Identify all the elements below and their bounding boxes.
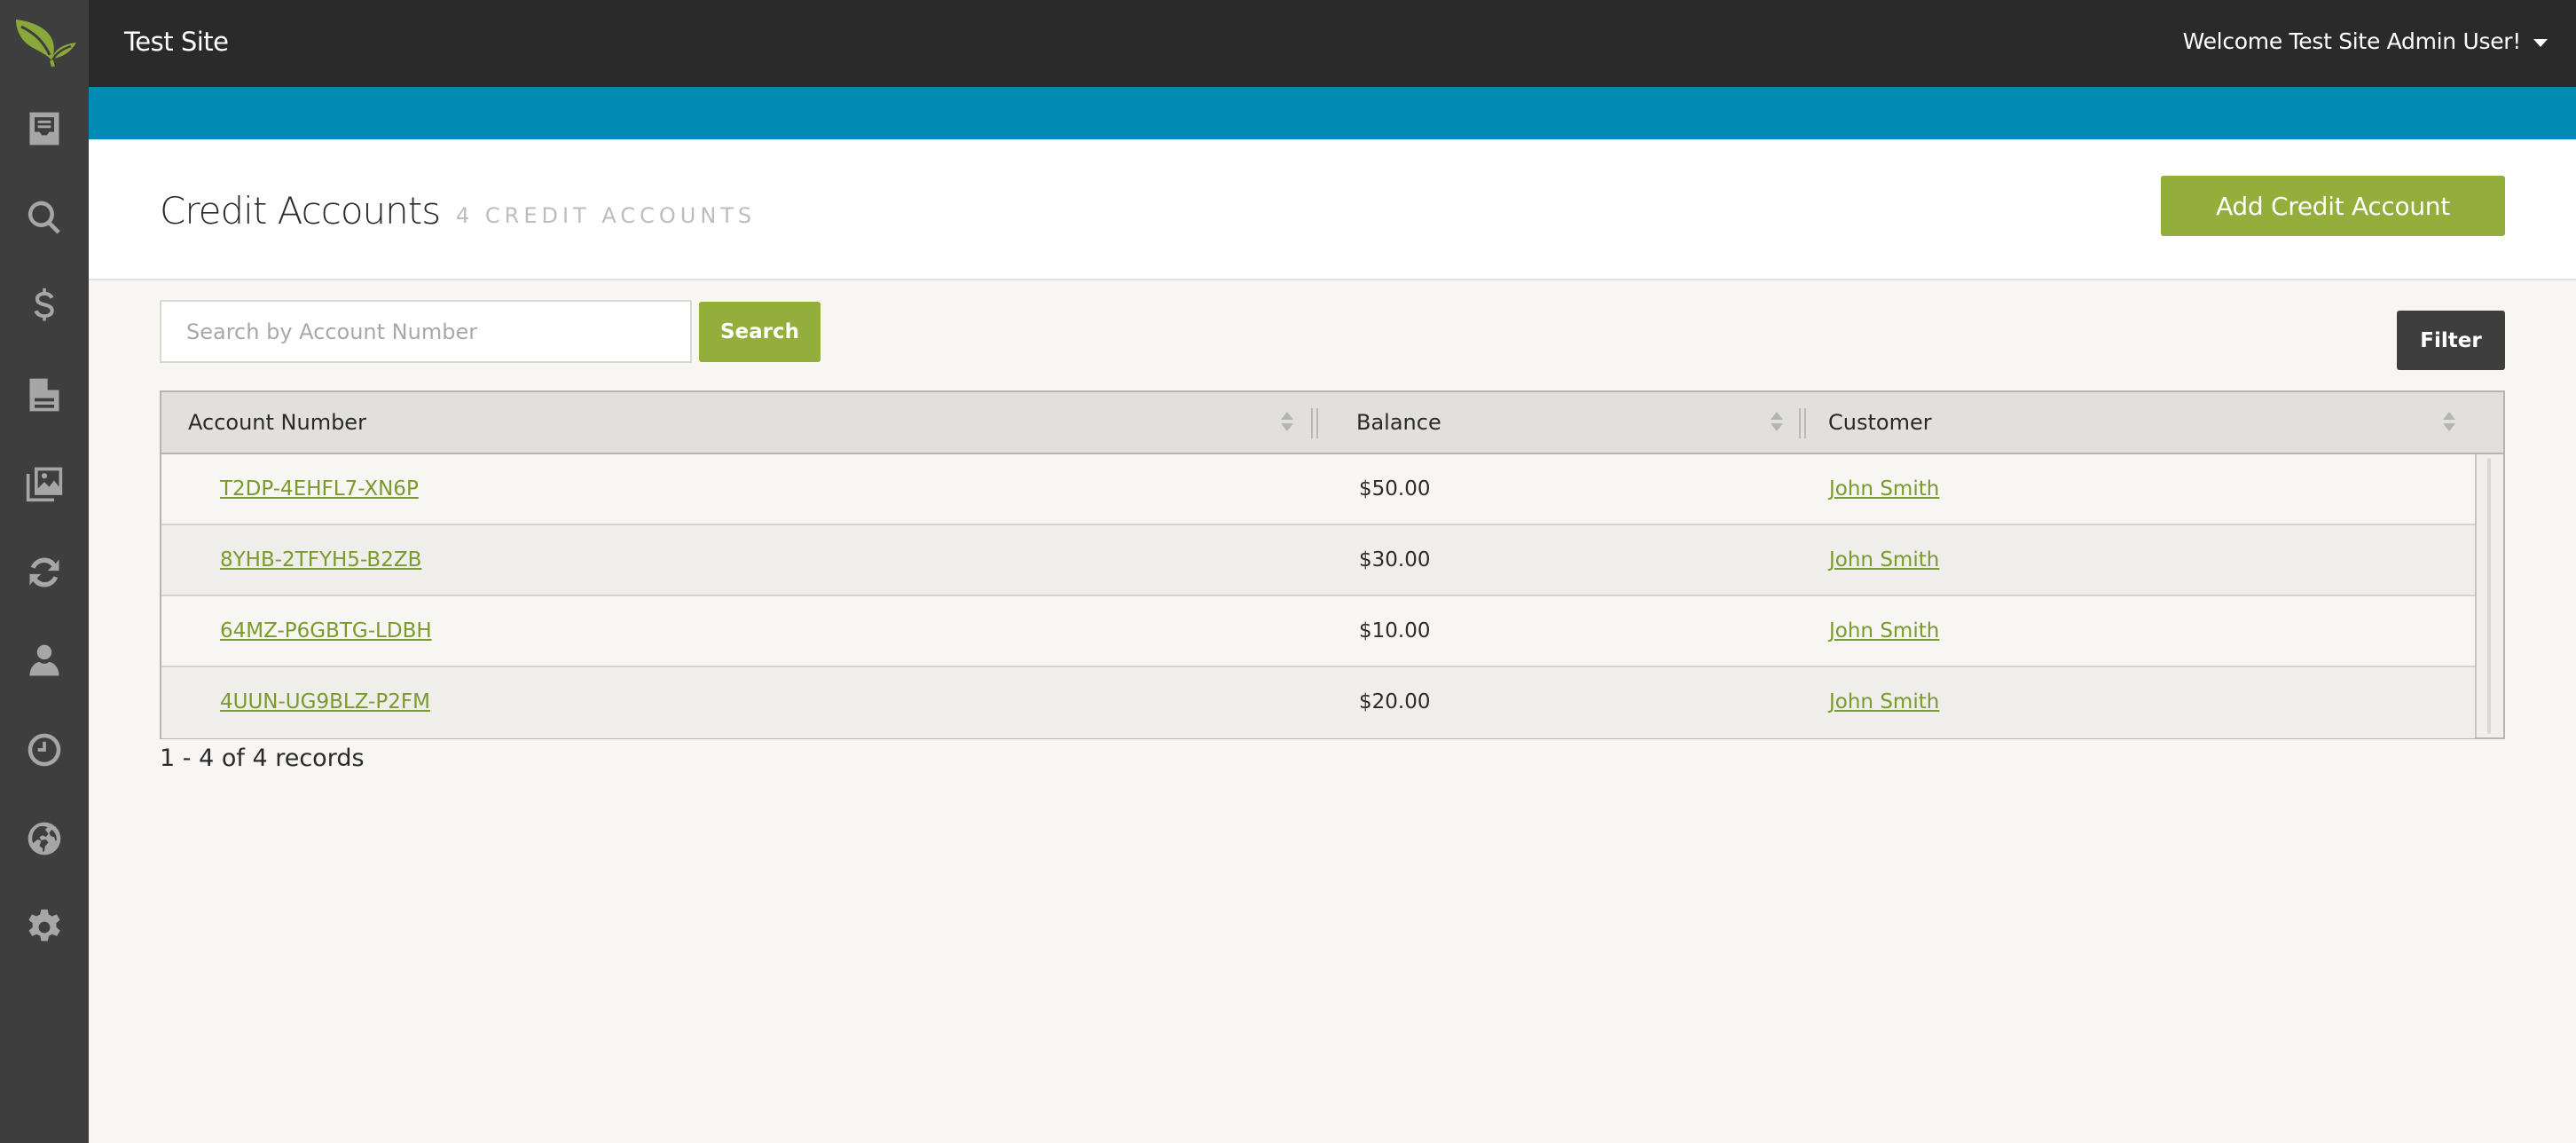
column-resize-handle[interactable] bbox=[1311, 408, 1318, 438]
credit-accounts-table: Account Number Balance Customer T2DP-4EH… bbox=[160, 390, 2505, 739]
column-header-account-number[interactable]: Account Number bbox=[188, 392, 366, 453]
refresh-icon bbox=[29, 557, 59, 587]
sidebar-item-pages[interactable] bbox=[0, 351, 89, 439]
leaf-logo-icon[interactable] bbox=[12, 16, 78, 67]
balance-cell: $30.00 bbox=[1359, 548, 1431, 572]
page-title: Credit Accounts bbox=[160, 189, 441, 233]
sidebar bbox=[0, 0, 89, 1143]
globe-icon bbox=[27, 822, 61, 855]
sidebar-item-history[interactable] bbox=[0, 706, 89, 794]
page-header: Credit Accounts 4 Credit Accounts Add Cr… bbox=[89, 139, 2576, 280]
sidebar-item-orders[interactable] bbox=[0, 84, 89, 173]
account-search-input[interactable] bbox=[160, 300, 692, 363]
sidebar-item-sites[interactable] bbox=[0, 794, 89, 883]
balance-cell: $20.00 bbox=[1359, 690, 1431, 713]
table-row: 64MZ-P6GBTG-LDBH $10.00 John Smith bbox=[161, 596, 2475, 667]
gear-icon bbox=[28, 909, 60, 942]
sidebar-item-billing[interactable] bbox=[0, 262, 89, 351]
table-header: Account Number Balance Customer bbox=[161, 392, 2503, 454]
vertical-scrollbar[interactable] bbox=[2475, 454, 2503, 737]
filter-button[interactable]: Filter bbox=[2397, 311, 2505, 370]
search-icon bbox=[27, 201, 60, 234]
caret-down-icon bbox=[2533, 39, 2548, 47]
balance-cell: $10.00 bbox=[1359, 619, 1431, 642]
sidebar-item-settings[interactable] bbox=[0, 883, 89, 972]
table-body: T2DP-4EHFL7-XN6P $50.00 John Smith 8YHB-… bbox=[161, 454, 2475, 738]
sidebar-item-search[interactable] bbox=[0, 173, 89, 262]
user-icon bbox=[29, 644, 59, 676]
column-header-balance[interactable]: Balance bbox=[1356, 392, 1441, 453]
record-count-label: 4 Credit Accounts bbox=[456, 203, 757, 228]
customer-link[interactable]: John Smith bbox=[1829, 548, 1939, 572]
site-title[interactable]: Test Site bbox=[124, 27, 229, 57]
sidebar-item-users[interactable] bbox=[0, 617, 89, 706]
account-number-link[interactable]: 8YHB-2TFYH5-B2ZB bbox=[220, 548, 421, 572]
accent-band bbox=[89, 87, 2576, 139]
column-resize-handle[interactable] bbox=[1799, 408, 1806, 438]
clock-icon bbox=[27, 733, 61, 767]
document-icon bbox=[29, 378, 59, 412]
customer-link[interactable]: John Smith bbox=[1829, 477, 1939, 501]
sidebar-item-media[interactable] bbox=[0, 439, 89, 528]
sidebar-item-sync[interactable] bbox=[0, 528, 89, 617]
table-row: 8YHB-2TFYH5-B2ZB $30.00 John Smith bbox=[161, 525, 2475, 596]
images-icon bbox=[26, 467, 63, 502]
column-header-customer[interactable]: Customer bbox=[1828, 392, 1932, 453]
account-number-link[interactable]: 64MZ-P6GBTG-LDBH bbox=[220, 619, 432, 642]
sort-icon[interactable] bbox=[1771, 412, 1783, 433]
top-bar: Test Site Welcome Test Site Admin User! bbox=[89, 0, 2576, 87]
balance-cell: $50.00 bbox=[1359, 477, 1431, 501]
customer-link[interactable]: John Smith bbox=[1829, 690, 1939, 713]
scrollbar-thumb[interactable] bbox=[2487, 458, 2491, 734]
sort-icon[interactable] bbox=[1281, 412, 1293, 433]
dollar-icon bbox=[34, 288, 54, 321]
customer-link[interactable]: John Smith bbox=[1829, 619, 1939, 642]
search-button[interactable]: Search bbox=[699, 302, 821, 362]
sort-icon[interactable] bbox=[2443, 412, 2455, 433]
inbox-icon bbox=[29, 112, 59, 146]
add-credit-account-button[interactable]: Add Credit Account bbox=[2161, 176, 2505, 236]
user-menu[interactable]: Welcome Test Site Admin User! bbox=[2183, 28, 2548, 54]
user-greeting: Welcome Test Site Admin User! bbox=[2182, 28, 2522, 54]
account-number-link[interactable]: T2DP-4EHFL7-XN6P bbox=[220, 477, 419, 501]
table-row: 4UUN-UG9BLZ-P2FM $20.00 John Smith bbox=[161, 667, 2475, 738]
table-row: T2DP-4EHFL7-XN6P $50.00 John Smith bbox=[161, 454, 2475, 525]
pager-info: 1 - 4 of 4 records bbox=[160, 745, 365, 772]
account-number-link[interactable]: 4UUN-UG9BLZ-P2FM bbox=[220, 690, 430, 713]
